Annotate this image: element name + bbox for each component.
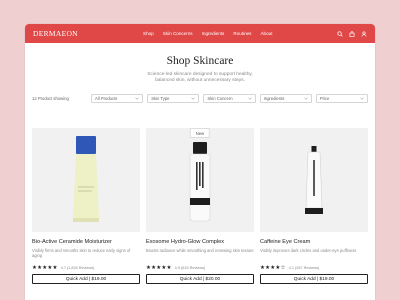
nav-routines[interactable]: Routines (233, 31, 251, 36)
serum-bottle-image (189, 142, 211, 222)
product-description: Visibly firms and smooths skin to reduce… (32, 248, 131, 259)
product-rating: ★★★★★ 4.9 (615 Reviews) (146, 265, 254, 271)
product-card[interactable]: Caffeine Eye Cream Visibly improves dark… (260, 128, 368, 284)
filter-label: Skin Concern (207, 95, 233, 101)
chevron-down-icon (135, 97, 139, 100)
filter-skin-concern[interactable]: Skin Concern (203, 93, 256, 103)
search-icon[interactable] (337, 30, 343, 37)
filter-label: Skin Type (151, 95, 170, 101)
nav-about[interactable]: About (260, 31, 272, 36)
rating-text: 4.7 (1,834 Reviews) (60, 266, 95, 270)
chevron-down-icon (191, 97, 196, 100)
filter-price[interactable]: Price (315, 93, 369, 103)
new-badge: New (189, 128, 211, 138)
quick-add-button[interactable]: Quick Add | $19.00 (32, 274, 140, 284)
rating-text: 4.1 (287 Reviews) (288, 266, 320, 270)
product-rating: ★★★★★ 4.7 (1,834 Reviews) (32, 265, 140, 271)
star-rating: ★★★★★ (32, 265, 58, 271)
product-name[interactable]: Exosome Hydro-Glow Complex (146, 239, 254, 245)
product-rating: ★★★★☆ 4.1 (287 Reviews) (260, 265, 368, 271)
page-subtitle: Science-led skincare designed to support… (147, 72, 253, 84)
product-card[interactable]: Bio-Active Ceramide Moisturizer Visibly … (32, 128, 140, 284)
filter-all-products[interactable]: All Products (91, 93, 144, 103)
product-image[interactable] (260, 128, 368, 232)
chevron-down-icon (247, 97, 252, 100)
product-description: Visibly improves dark circles and under-… (260, 248, 357, 253)
product-description: Boosts radiance while smoothing and rene… (146, 248, 254, 253)
hero-section: Shop Skincare Science-led skincare desig… (25, 43, 375, 85)
nav-icons (337, 30, 367, 37)
nav-skin-concerns[interactable]: Skin Concerns (163, 31, 193, 36)
filter-label: Ingredients (263, 95, 285, 101)
filter-skin-type[interactable]: Skin Type (147, 93, 200, 103)
eye-cream-tube-image (305, 146, 323, 214)
product-image[interactable] (32, 128, 140, 232)
quick-add-button[interactable]: Quick Add | $20.00 (146, 274, 254, 284)
chevron-down-icon (360, 97, 364, 100)
star-rating: ★★★★★ (146, 265, 172, 271)
filter-bar: 12 Product showing All Products Skin Typ… (25, 93, 375, 103)
store-window: DERMAEON Shop Skin Concerns Ingredients … (25, 24, 375, 300)
main-nav: Shop Skin Concerns Ingredients Routines … (143, 31, 273, 36)
top-navbar: DERMAEON Shop Skin Concerns Ingredients … (25, 24, 375, 43)
bag-icon[interactable] (349, 30, 355, 37)
product-name[interactable]: Caffeine Eye Cream (260, 239, 368, 245)
filter-ingredients[interactable]: Ingredients (259, 93, 312, 103)
product-count: 12 Product showing (32, 95, 69, 101)
product-name[interactable]: Bio-Active Ceramide Moisturizer (32, 239, 140, 245)
quick-add-button[interactable]: Quick Add | $19.00 (260, 274, 368, 284)
chevron-down-icon (304, 97, 308, 100)
page-title: Shop Skincare (166, 55, 234, 67)
brand-logo[interactable]: DERMAEON (33, 29, 143, 38)
product-grid: Bio-Active Ceramide Moisturizer Visibly … (32, 128, 368, 284)
product-image[interactable]: New (146, 128, 254, 232)
filter-label: Price (319, 95, 330, 101)
moisturizer-tube-image (73, 136, 99, 222)
user-icon[interactable] (361, 30, 367, 37)
product-card[interactable]: New Exosome Hydro-Glow Complex Boosts ra… (146, 128, 254, 284)
star-rating: ★★★★☆ (260, 265, 286, 271)
nav-ingredients[interactable]: Ingredients (202, 31, 225, 36)
nav-shop[interactable]: Shop (143, 31, 154, 36)
filter-label: All Products (95, 95, 118, 101)
rating-text: 4.9 (615 Reviews) (174, 266, 206, 270)
